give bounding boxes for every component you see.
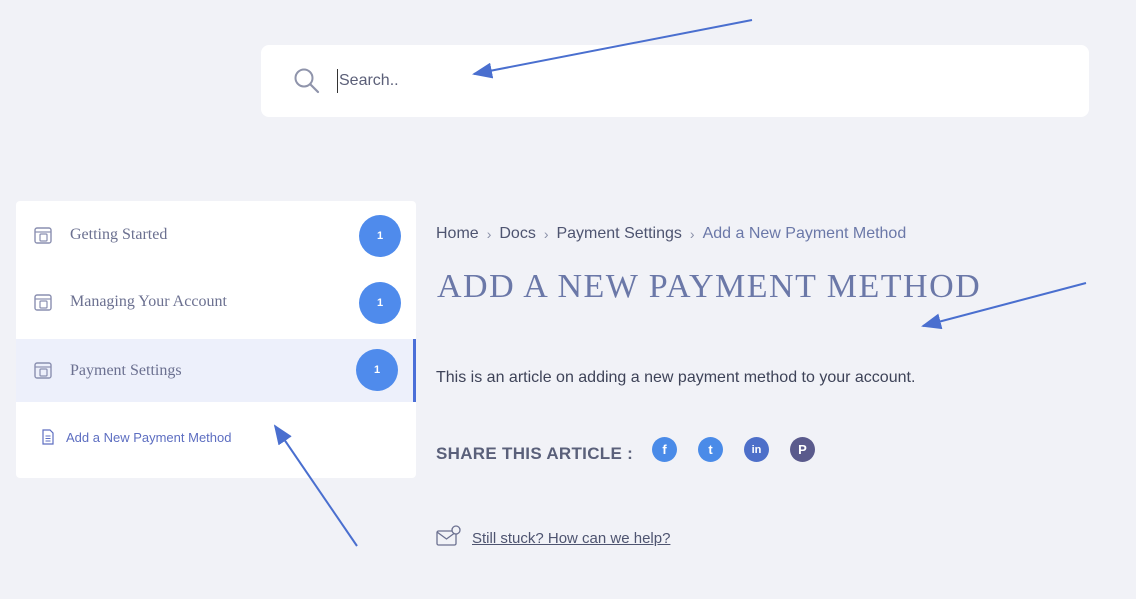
twitter-icon[interactable]: t bbox=[698, 437, 723, 462]
sidebar-subitem-label[interactable]: Add a New Payment Method bbox=[66, 430, 231, 445]
sidebar-item-payment-settings[interactable]: Payment Settings 1 bbox=[16, 339, 416, 402]
search-icon[interactable] bbox=[293, 67, 321, 95]
count-badge: 1 bbox=[359, 282, 401, 324]
sidebar-item-label: Payment Settings bbox=[70, 362, 182, 379]
count-badge: 1 bbox=[356, 349, 398, 391]
folder-icon bbox=[34, 294, 52, 311]
share-label: SHARE THIS ARTICLE : bbox=[436, 444, 634, 463]
sidebar-item-label: Managing Your Account bbox=[70, 293, 227, 310]
article-body: This is an article on adding a new payme… bbox=[436, 369, 916, 386]
chevron-right-icon: › bbox=[486, 226, 492, 242]
chevron-right-icon: › bbox=[543, 226, 549, 242]
sidebar-item-managing-account[interactable]: Managing Your Account 1 bbox=[16, 268, 416, 335]
sidebar-item-label: Getting Started bbox=[70, 226, 168, 243]
folder-icon bbox=[34, 362, 52, 379]
linkedin-icon[interactable]: in bbox=[744, 437, 769, 462]
sidebar-item-getting-started[interactable]: Getting Started 1 bbox=[16, 201, 416, 268]
facebook-icon[interactable]: f bbox=[652, 437, 677, 462]
breadcrumb-current: Add a New Payment Method bbox=[702, 225, 907, 242]
breadcrumb-docs[interactable]: Docs bbox=[499, 225, 535, 243]
search-bar bbox=[261, 45, 1089, 117]
breadcrumb: Home › Docs › Payment Settings › Add a N… bbox=[436, 225, 906, 243]
search-input[interactable] bbox=[337, 69, 737, 93]
pinterest-icon[interactable]: P bbox=[790, 437, 815, 462]
breadcrumb-home[interactable]: Home bbox=[436, 225, 479, 243]
help-link[interactable]: Still stuck? How can we help? bbox=[472, 530, 670, 547]
count-badge: 1 bbox=[359, 215, 401, 257]
envelope-icon bbox=[436, 525, 461, 546]
folder-icon bbox=[34, 227, 52, 244]
page-title: ADD A NEW PAYMENT METHOD bbox=[437, 268, 982, 305]
chevron-right-icon: › bbox=[689, 226, 695, 242]
breadcrumb-payment-settings[interactable]: Payment Settings bbox=[556, 225, 681, 243]
document-icon bbox=[42, 429, 54, 445]
